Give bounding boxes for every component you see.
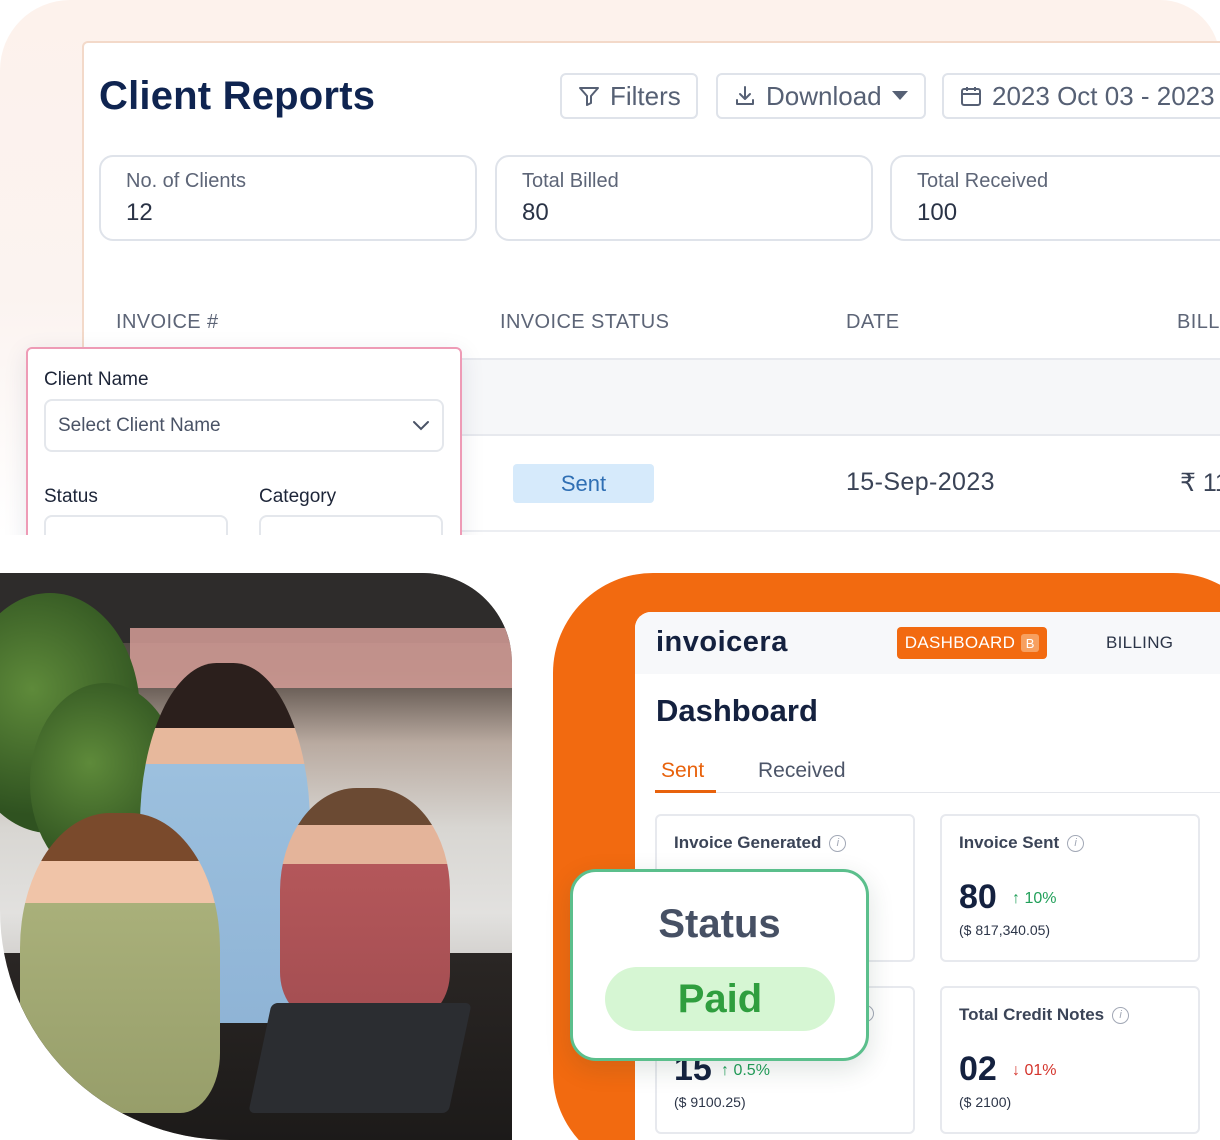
laptop: [248, 1003, 472, 1113]
team-photo: [0, 573, 512, 1140]
client-name-select[interactable]: Select Client Name: [44, 399, 444, 452]
metric-label: Total Credit Notes: [959, 1005, 1105, 1024]
nav-dashboard[interactable]: DASHBOARD B: [897, 627, 1047, 659]
metric-change: ↑ 10%: [1012, 890, 1056, 908]
tab-received[interactable]: Received: [758, 759, 846, 783]
metric-amount: ($ 817,340.05): [959, 922, 1051, 938]
stat-label: No. of Clients: [126, 170, 247, 192]
chevron-down-icon: [413, 420, 429, 430]
stat-value: 100: [917, 199, 958, 226]
stat-clients: No. of Clients 12: [99, 155, 477, 241]
metric-change-value: 01%: [1024, 1062, 1057, 1079]
row-divider: [440, 530, 1220, 532]
arrow-up-icon: ↑: [1012, 890, 1020, 907]
column-header-date[interactable]: DATE: [846, 311, 899, 334]
page-title: Client Reports: [99, 74, 376, 118]
invoicera-logo: invoicera: [656, 626, 788, 658]
column-header-invoice[interactable]: INVOICE #: [116, 311, 219, 334]
download-label: Download: [766, 80, 882, 111]
metric-amount: ($ 2100): [959, 1094, 1012, 1110]
download-icon: [736, 86, 754, 105]
tab-sent[interactable]: Sent: [661, 759, 704, 783]
metric-amount: ($ 9100.25): [674, 1094, 746, 1110]
metric-label: Invoice Sent: [959, 833, 1060, 852]
stat-label: Total Billed: [522, 170, 619, 192]
filters-button[interactable]: Filters: [560, 73, 698, 119]
row-date: 15-Sep-2023: [846, 468, 995, 496]
metric-label: Invoice Generated: [674, 833, 822, 852]
status-card-title: Status: [658, 902, 781, 946]
person-seated-right: [280, 788, 450, 1018]
metric-change: ↑ 0.5%: [721, 1062, 770, 1080]
client-name-label: Client Name: [44, 369, 149, 390]
status-label: Status: [44, 486, 98, 507]
filters-label: Filters: [610, 80, 681, 111]
person-seated-left: [20, 813, 220, 1113]
nav-dashboard-label: DASHBOARD: [904, 633, 1016, 652]
metric-value: 02: [959, 1050, 997, 1088]
arrow-down-icon: ↓: [1012, 1062, 1020, 1079]
metric-change: ↓ 01%: [1012, 1062, 1056, 1080]
nav-billing[interactable]: BILLING: [1106, 633, 1173, 653]
metric-total-credit-notes: Total Credit Notes i 02 ↓ 01% ($ 2100): [940, 986, 1200, 1134]
metric-change-value: 0.5%: [733, 1062, 770, 1079]
table-row-shaded: [440, 358, 1220, 436]
filter-icon: [579, 87, 599, 106]
dashboard-title: Dashboard: [656, 693, 818, 728]
status-card: Status Paid: [570, 869, 869, 1061]
info-icon[interactable]: i: [1112, 1006, 1130, 1024]
active-tab-indicator: [655, 790, 716, 793]
category-label: Category: [259, 486, 337, 507]
date-range-text: 2023 Oct 03 - 2023: [992, 80, 1215, 111]
column-header-bill[interactable]: BILL: [1177, 311, 1220, 334]
caret-down-icon: [891, 91, 908, 100]
metric-label-wrap: Invoice Generated i: [674, 833, 847, 853]
stat-value: 80: [522, 199, 549, 226]
date-range-picker[interactable]: 2023 Oct 03 - 2023: [942, 73, 1220, 119]
stage: Client Reports Filters Download 2023 Oct…: [0, 0, 1220, 1140]
stat-value: 12: [126, 199, 153, 226]
arrow-up-icon: ↑: [721, 1062, 729, 1079]
download-button[interactable]: Download: [716, 73, 926, 119]
info-icon[interactable]: i: [829, 834, 847, 852]
stat-label: Total Received: [917, 170, 1049, 192]
filter-panel: Client Name Select Client Name Status Ca…: [26, 347, 462, 567]
metric-label-wrap: Total Credit Notes i: [959, 1005, 1130, 1025]
paid-status-pill: Paid: [605, 967, 835, 1031]
tab-divider: [655, 792, 1220, 793]
status-badge: Sent: [513, 464, 654, 503]
row-amount: ₹ 11: [1180, 469, 1220, 497]
nav-badge: B: [1021, 634, 1040, 652]
calendar-icon: [961, 87, 981, 106]
metric-value: 80: [959, 878, 997, 916]
metric-invoice-sent: Invoice Sent i 80 ↑ 10% ($ 817,340.05): [940, 814, 1200, 962]
client-name-placeholder: Select Client Name: [58, 414, 221, 436]
column-header-status[interactable]: INVOICE STATUS: [500, 311, 669, 334]
metric-label-wrap: Invoice Sent i: [959, 833, 1085, 853]
metric-change-value: 10%: [1024, 890, 1057, 907]
info-icon[interactable]: i: [1067, 834, 1085, 852]
stat-total-billed: Total Billed 80: [495, 155, 873, 241]
stat-total-received: Total Received 100: [890, 155, 1220, 241]
